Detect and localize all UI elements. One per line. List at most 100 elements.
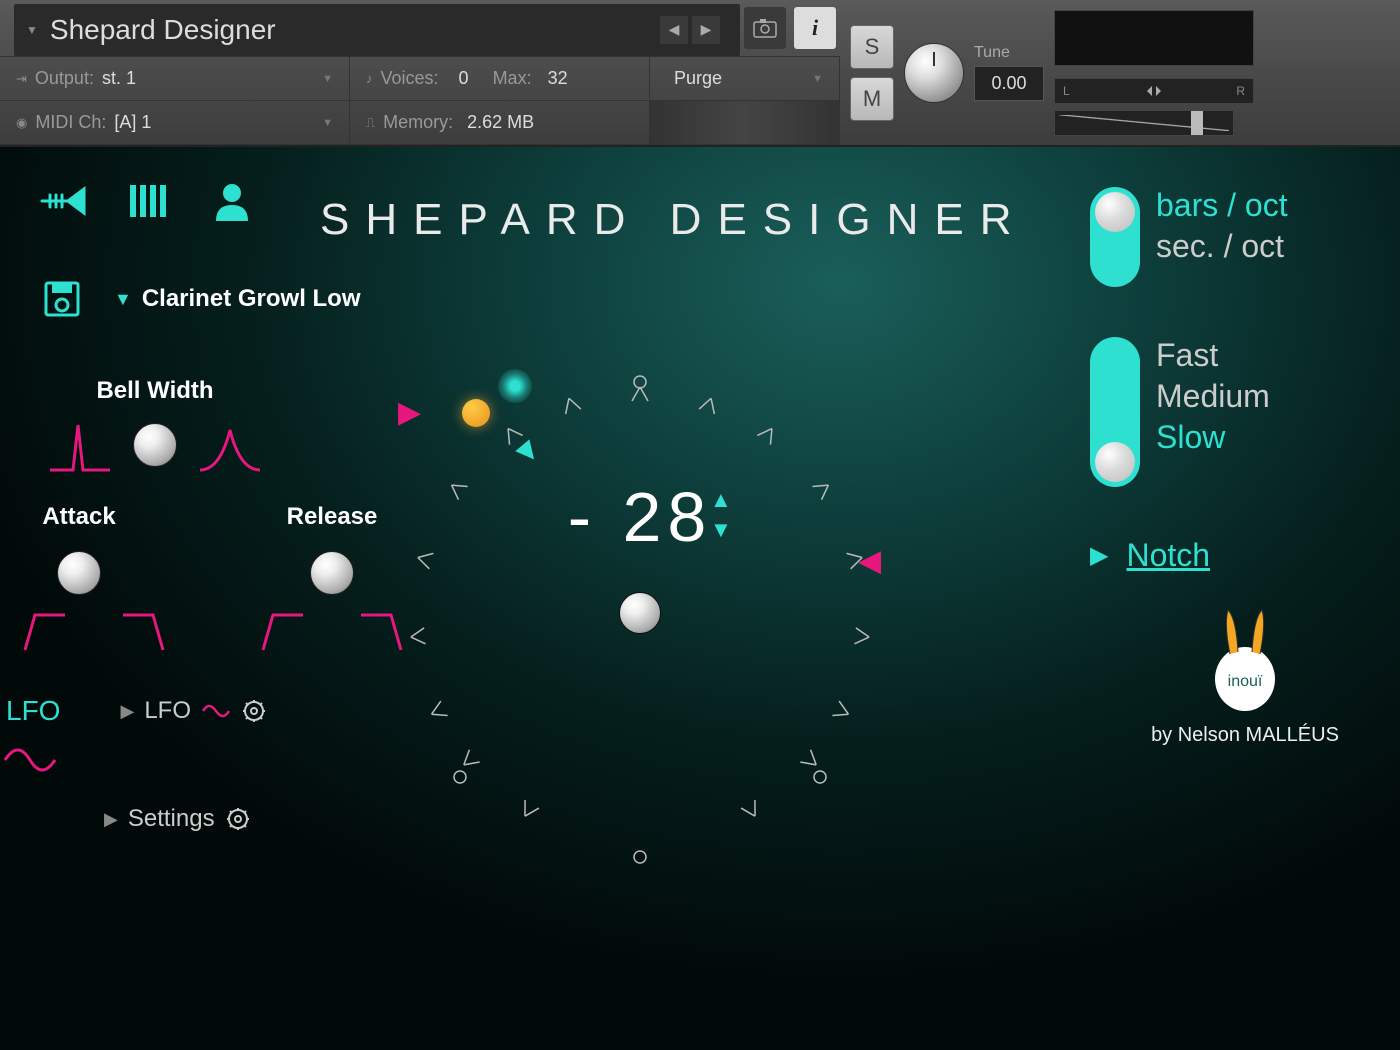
user-icon[interactable] — [208, 177, 256, 225]
memory-label: Memory: — [383, 112, 453, 133]
attack-knob[interactable] — [57, 551, 101, 595]
chevron-down-icon: ▼ — [322, 73, 333, 85]
volume-thumb[interactable] — [1191, 111, 1203, 135]
memory-bar — [650, 101, 840, 144]
tune-value[interactable]: 0.00 — [974, 66, 1044, 101]
rate-opt-sec[interactable]: sec. / oct — [1156, 228, 1288, 265]
info-button[interactable]: i — [794, 7, 836, 49]
output-value: st. 1 — [102, 68, 136, 89]
rate-unit-toggle[interactable]: bars / oct sec. / oct — [1090, 187, 1400, 287]
rate-unit-pill[interactable] — [1090, 187, 1140, 287]
lfo-row: LFO ▶ LFO — [0, 695, 310, 727]
release-knob[interactable] — [310, 551, 354, 595]
dial-marker-pink-left[interactable]: ▶ — [398, 395, 421, 430]
voices-icon: ♪ — [366, 71, 373, 86]
brand-text: inouï — [1228, 673, 1263, 690]
bell-width-group: Bell Width — [0, 377, 310, 475]
center-knob[interactable] — [619, 592, 661, 634]
voices-label: Voices: — [381, 68, 439, 89]
release-label: Release — [287, 503, 378, 531]
lfo-main-label: LFO — [6, 695, 60, 727]
attack-slow-icon — [98, 605, 188, 655]
instrument-title-box[interactable]: ▼ Shepard Designer ◀ ▶ — [14, 4, 740, 56]
gear-icon[interactable] — [225, 806, 251, 832]
header-right: S M Tune 0.00 L R — [840, 0, 1400, 145]
speed-pill[interactable] — [1090, 337, 1140, 487]
play-icon: ▶ — [120, 701, 134, 722]
dropdown-icon: ▼ — [26, 23, 38, 37]
narrow-bell-icon — [45, 415, 115, 475]
pan-center-icon — [1145, 81, 1163, 101]
notch-button[interactable]: ▶ Notch — [1090, 537, 1400, 574]
midi-cell[interactable]: ◉ MIDI Ch: [A] 1 ▼ — [0, 101, 350, 144]
memory-cell: ⎍ Memory: 2.62 MB — [350, 101, 650, 144]
title-row: ▼ Shepard Designer ◀ ▶ i — [0, 0, 840, 57]
dial-stepper[interactable]: ▲ ▼ — [710, 487, 732, 543]
notch-label: Notch — [1126, 537, 1210, 574]
midi-icon: ◉ — [16, 115, 27, 131]
settings-button[interactable]: ▶ Settings — [104, 805, 251, 833]
midi-value: [A] 1 — [114, 112, 151, 133]
purge-cell[interactable]: Purge ▼ — [650, 57, 840, 100]
piano-icon[interactable] — [124, 177, 172, 225]
brand-logo: inouï by Nelson MALLÉUS — [1090, 604, 1400, 747]
play-icon: ▶ — [104, 809, 118, 830]
speed-opt-slow[interactable]: Slow — [1156, 419, 1270, 456]
right-controls: bars / oct sec. / oct Fast Medium Slow ▶… — [1090, 187, 1400, 747]
toggle-thumb[interactable] — [1095, 192, 1135, 232]
header-left: ▼ Shepard Designer ◀ ▶ i ⇥ Output: st. 1… — [0, 0, 840, 145]
attack-label: Attack — [42, 503, 115, 531]
chevron-down-icon: ▼ — [322, 117, 333, 129]
kontakt-header: ▼ Shepard Designer ◀ ▶ i ⇥ Output: st. 1… — [0, 0, 1400, 147]
lfo-button[interactable]: ▶ LFO — [120, 697, 267, 725]
preset-name: Clarinet Growl Low — [142, 285, 361, 313]
voices-value: 0 — [459, 68, 469, 89]
trumpet-icon[interactable] — [40, 177, 88, 225]
solo-button[interactable]: S — [850, 25, 894, 69]
dropdown-icon: ▼ — [114, 289, 132, 310]
tune-knob[interactable] — [904, 43, 964, 103]
dial-marker-orange[interactable] — [462, 399, 490, 427]
max-value[interactable]: 32 — [548, 68, 568, 89]
speed-opt-fast[interactable]: Fast — [1156, 337, 1270, 374]
dial-value: - 28 — [568, 477, 713, 557]
prev-preset-button[interactable]: ◀ — [660, 16, 688, 44]
pan-slider[interactable]: L R — [1054, 78, 1254, 104]
mute-button[interactable]: M — [850, 77, 894, 121]
pan-left-label: L — [1063, 84, 1070, 98]
output-icon: ⇥ — [16, 71, 27, 87]
category-icons — [40, 177, 256, 225]
release-fast-icon — [238, 605, 328, 655]
preset-selector[interactable]: ▼ Clarinet Growl Low — [114, 285, 361, 313]
toggle-thumb[interactable] — [1095, 442, 1135, 482]
memory-value: 2.62 MB — [467, 112, 534, 133]
stepper-down-icon[interactable]: ▼ — [710, 517, 732, 543]
instrument-title: Shepard Designer — [50, 14, 276, 46]
output-cell[interactable]: ⇥ Output: st. 1 ▼ — [0, 57, 350, 100]
lfo-sub-label: LFO — [144, 697, 191, 725]
bell-width-knob[interactable] — [133, 423, 177, 467]
voices-cell: ♪ Voices: 0 Max: 32 — [350, 57, 650, 100]
credit-text: by Nelson MALLÉUS — [1151, 724, 1339, 747]
memory-icon: ⎍ — [366, 115, 375, 131]
preset-nav: ◀ ▶ — [660, 16, 720, 44]
attack-fast-icon — [0, 605, 90, 655]
speed-opt-medium[interactable]: Medium — [1156, 378, 1270, 415]
volume-slider[interactable] — [1054, 110, 1234, 136]
bell-width-label: Bell Width — [0, 377, 310, 405]
camera-icon — [753, 18, 777, 38]
pan-right-label: R — [1236, 84, 1245, 98]
stepper-up-icon[interactable]: ▲ — [710, 487, 732, 513]
wide-bell-icon — [195, 415, 265, 475]
attack-group: Attack — [0, 503, 188, 655]
rate-opt-bars[interactable]: bars / oct — [1156, 187, 1288, 224]
save-icon[interactable] — [40, 277, 84, 321]
speed-toggle[interactable]: Fast Medium Slow — [1090, 337, 1400, 487]
snapshot-button[interactable] — [744, 7, 786, 49]
gear-icon[interactable] — [241, 698, 267, 724]
dial-marker-pink-right[interactable]: ▶ — [858, 547, 881, 582]
next-preset-button[interactable]: ▶ — [692, 16, 720, 44]
detail-rows: ⇥ Output: st. 1 ▼ ♪ Voices: 0 Max: 32 Pu… — [0, 57, 840, 145]
shepard-dial[interactable]: ▶ ▶ ▶ - 28 ▲ ▼ — [370, 347, 910, 887]
instrument-body: SHEPARD DESIGNER ▼ Clarinet Growl Low Be… — [0, 147, 1400, 1050]
